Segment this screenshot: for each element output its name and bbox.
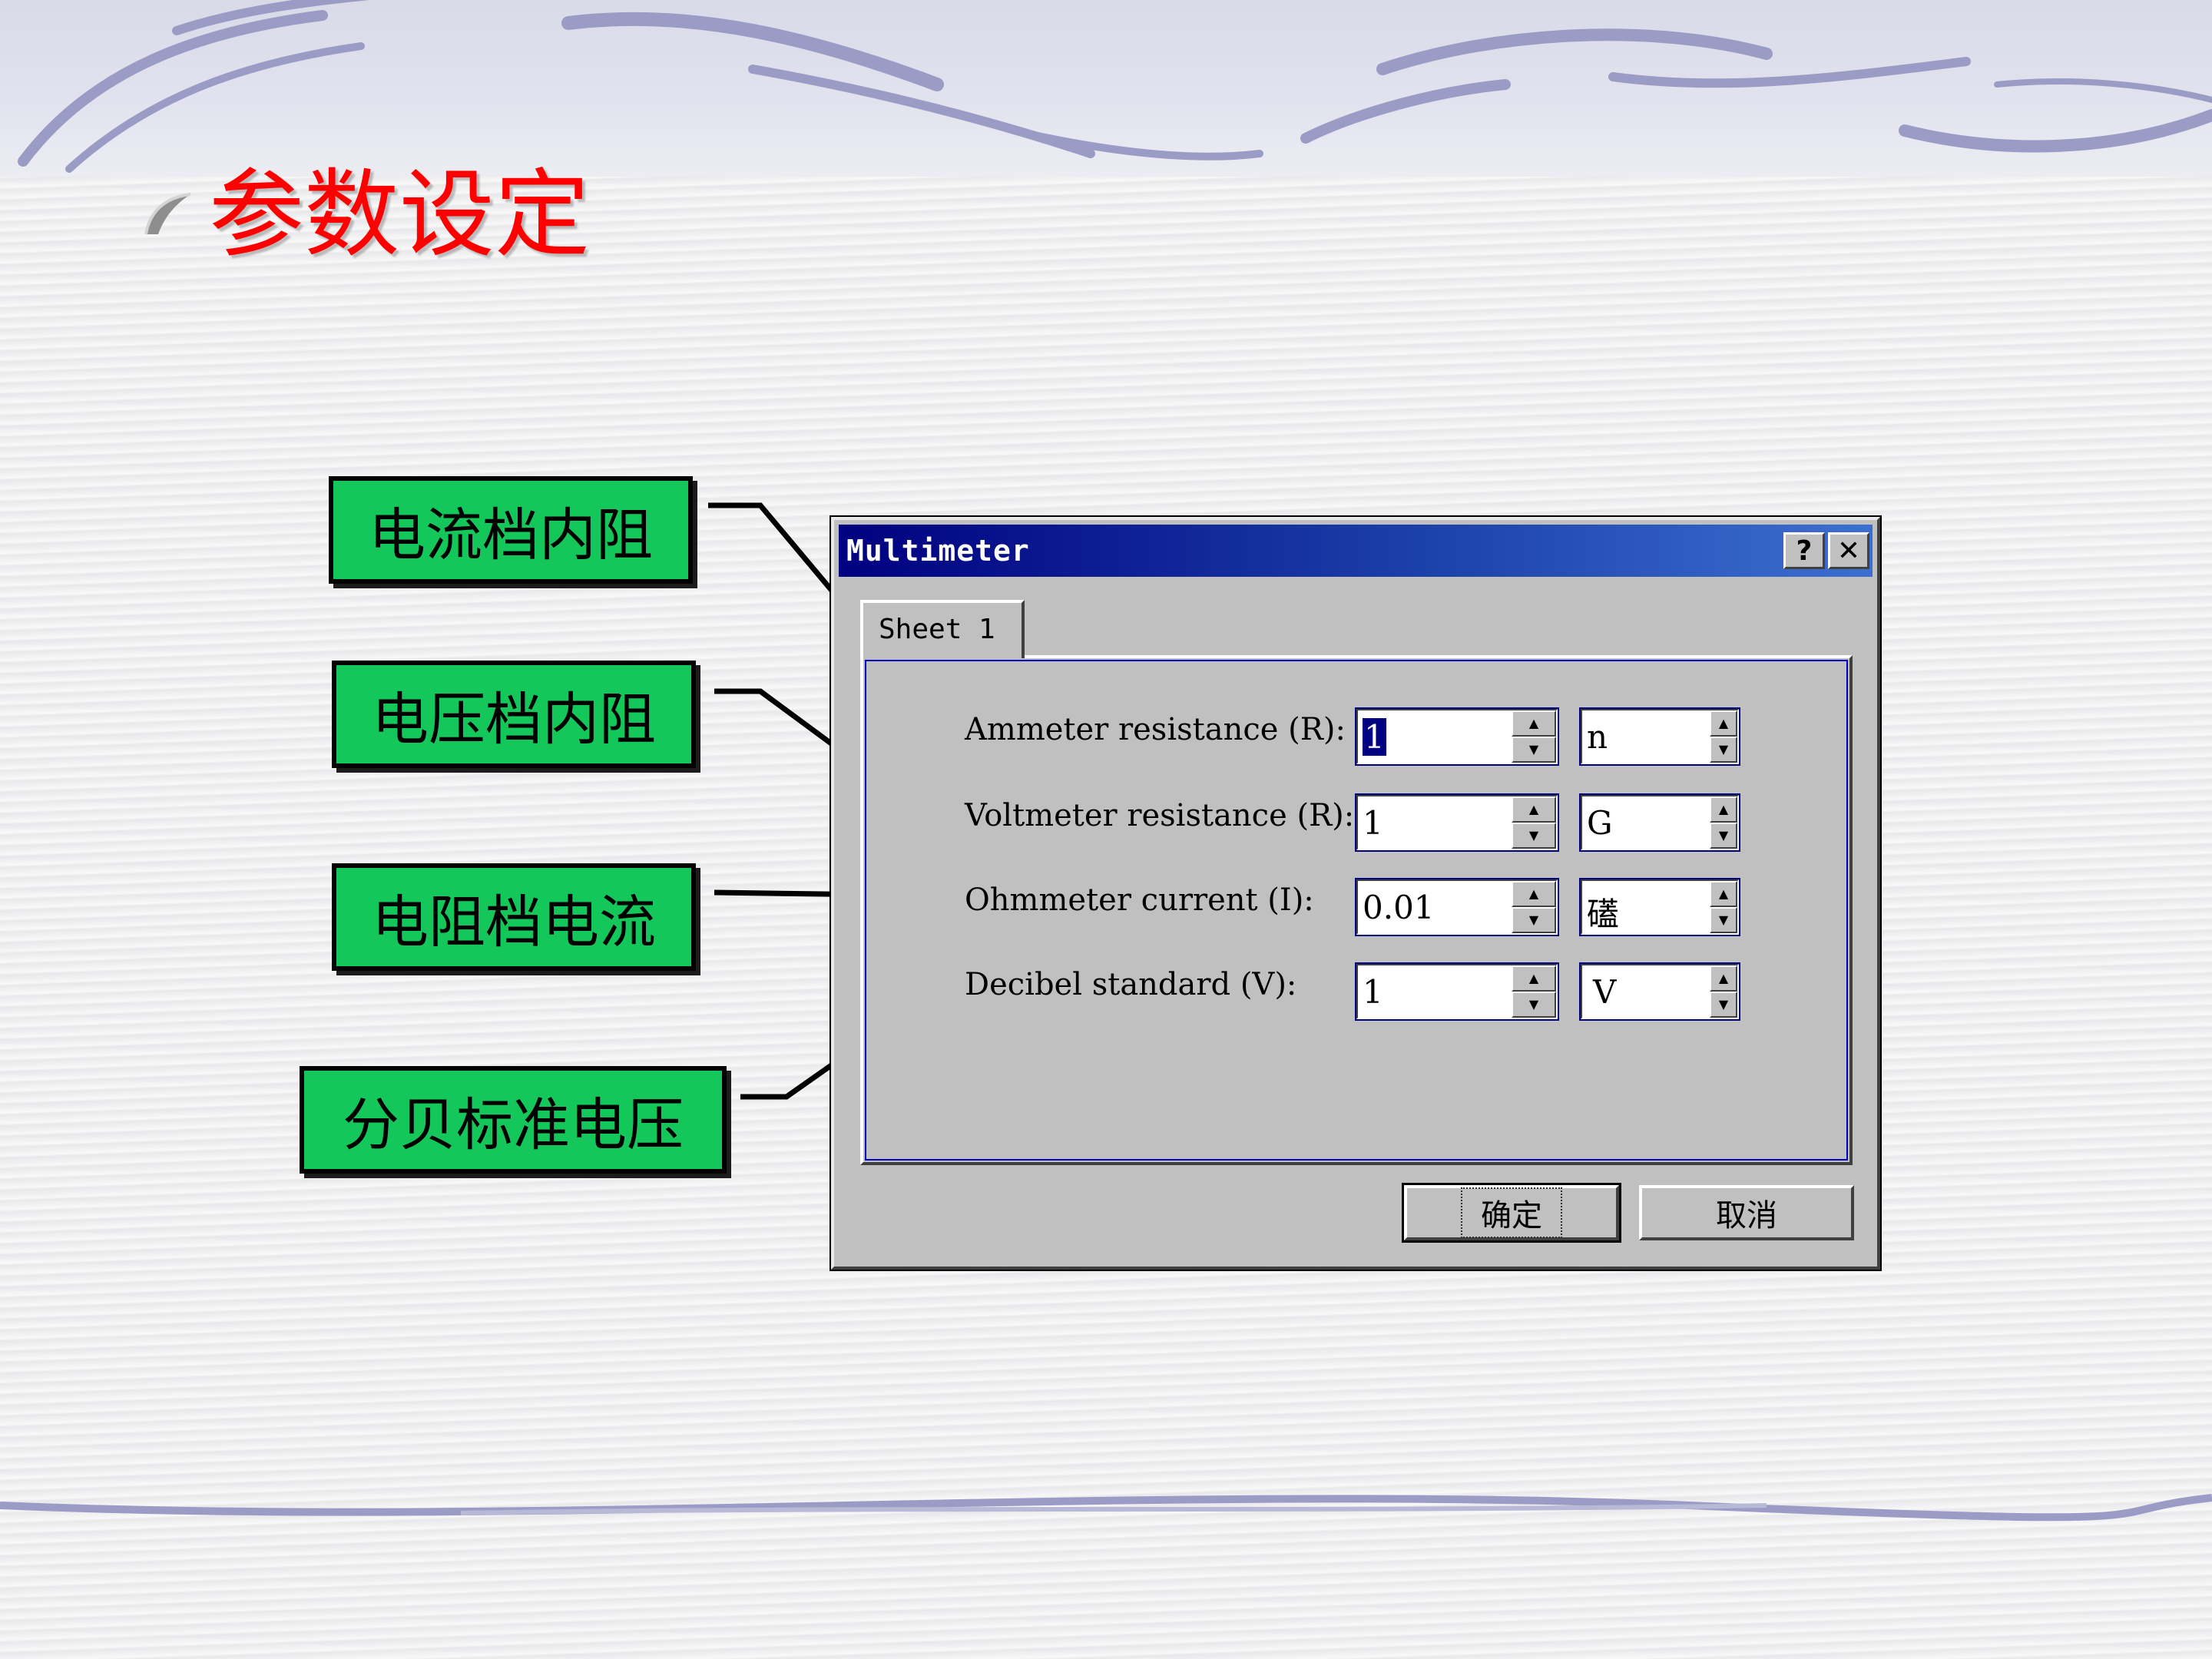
voltmeter-resistance-unit-stepper[interactable]: G ▲ ▼ [1579,793,1740,852]
spin-down-icon[interactable]: ▼ [1710,992,1737,1018]
ohmmeter-current-unit-stepper[interactable]: 礚 ▲ ▼ [1579,878,1740,936]
decibel-standard-value-stepper[interactable]: 1 ▲ ▼ [1355,962,1559,1021]
ohmmeter-current-value-stepper[interactable]: 0.01 ▲ ▼ [1355,878,1559,936]
cancel-button[interactable]: 取消 [1639,1185,1854,1240]
ohmmeter-current-unit[interactable]: 礚 [1587,889,1619,935]
ammeter-resistance-value[interactable]: 1 [1363,718,1386,756]
ammeter-resistance-unit[interactable]: n [1587,718,1608,756]
spin-up-icon[interactable]: ▲ [1710,710,1737,737]
voltmeter-resistance-value[interactable]: 1 [1363,804,1383,842]
spin-up-icon[interactable]: ▲ [1512,965,1556,992]
decibel-standard-label: Decibel standard (V): [965,967,1297,1002]
dialog-title: Multimeter [846,534,1030,568]
ammeter-resistance-value-stepper[interactable]: 1 ▲ ▼ [1355,707,1559,766]
help-button[interactable]: ? [1783,532,1825,569]
ammeter-resistance-label: Ammeter resistance (R): [965,712,1346,747]
spin-up-icon[interactable]: ▲ [1710,796,1737,823]
spin-down-icon[interactable]: ▼ [1512,992,1556,1018]
ok-button[interactable]: 确定 [1402,1183,1621,1243]
ohmmeter-current-value[interactable]: 0.01 [1363,889,1435,926]
spin-up-icon[interactable]: ▲ [1710,965,1737,992]
ammeter-resistance-unit-stepper[interactable]: n ▲ ▼ [1579,707,1740,766]
spin-up-icon[interactable]: ▲ [1512,796,1556,823]
tab-sheet-1[interactable]: Sheet 1 [860,600,1025,658]
spin-up-icon[interactable]: ▲ [1710,881,1737,907]
multimeter-dialog: Multimeter ? ✕ Sheet 1 Ammeter resistanc… [830,515,1882,1271]
spin-down-icon[interactable]: ▼ [1512,907,1556,933]
ohmmeter-current-label: Ohmmeter current (I): [965,882,1314,918]
spin-down-icon[interactable]: ▼ [1710,737,1737,763]
voltmeter-resistance-value-stepper[interactable]: 1 ▲ ▼ [1355,793,1559,852]
dialog-titlebar[interactable]: Multimeter ? ✕ [839,525,1873,577]
spin-up-icon[interactable]: ▲ [1512,710,1556,737]
spin-down-icon[interactable]: ▼ [1512,737,1556,763]
spin-down-icon[interactable]: ▼ [1512,823,1556,849]
close-button[interactable]: ✕ [1828,532,1869,569]
ok-button-label: 确定 [1461,1187,1562,1238]
spin-up-icon[interactable]: ▲ [1512,881,1556,907]
decibel-standard-value[interactable]: 1 [1363,973,1383,1011]
spin-down-icon[interactable]: ▼ [1710,907,1737,933]
voltmeter-resistance-unit[interactable]: G [1587,804,1613,842]
spin-down-icon[interactable]: ▼ [1710,823,1737,849]
voltmeter-resistance-label: Voltmeter resistance (R): [965,798,1355,833]
decibel-standard-unit[interactable]: V [1593,973,1616,1011]
decibel-standard-unit-stepper[interactable]: V ▲ ▼ [1579,962,1740,1021]
